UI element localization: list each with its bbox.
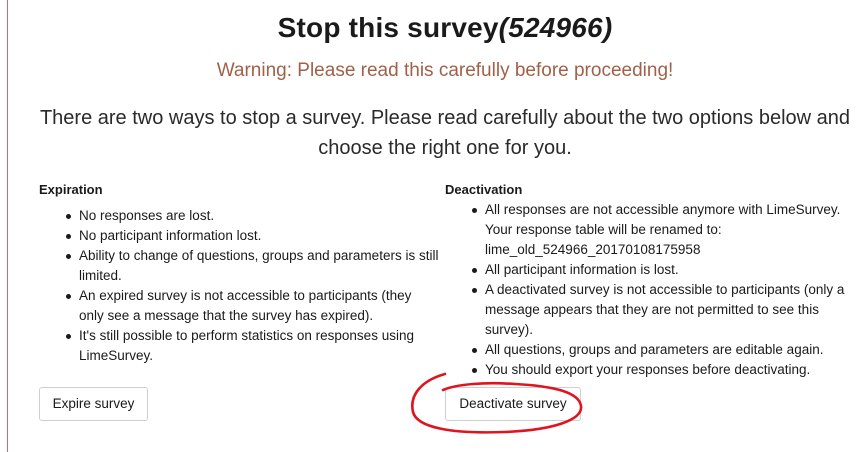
list-item: All participant information is lost. [472,260,860,280]
list-item: Ability to change of questions, groups a… [66,246,439,286]
page-title: Stop this survey(524966) [0,12,868,44]
list-item: All questions, groups and parameters are… [472,340,860,360]
page-title-text: Stop this survey [277,12,499,43]
list-item: It's still possible to perform statistic… [66,326,439,366]
deactivation-section: Deactivation All responses are not acces… [445,180,860,380]
expire-survey-button[interactable]: Expire survey [39,387,148,421]
list-item: You should export your responses before … [472,360,860,380]
expiration-section: Expiration No responses are lost. No par… [39,180,439,366]
stop-survey-page: Stop this survey(524966) Warning: Please… [0,0,868,452]
list-item: No responses are lost. [66,206,439,226]
list-item: No participant information lost. [66,226,439,246]
warning-message: Warning: Please read this carefully befo… [216,60,674,81]
deactivate-survey-button[interactable]: Deactivate survey [445,387,581,421]
intro-text: There are two ways to stop a survey. Ple… [39,107,851,159]
list-item: A deactivated survey is not accessible t… [472,280,860,340]
list-item: An expired survey is not accessible to p… [66,286,439,326]
expiration-heading: Expiration [39,182,103,197]
deactivation-list: All responses are not accessible anymore… [445,200,860,380]
expiration-list: No responses are lost. No participant in… [39,206,439,366]
survey-id: (524966) [498,12,613,43]
deactivation-heading: Deactivation [445,182,523,197]
list-item: All responses are not accessible anymore… [472,200,860,260]
